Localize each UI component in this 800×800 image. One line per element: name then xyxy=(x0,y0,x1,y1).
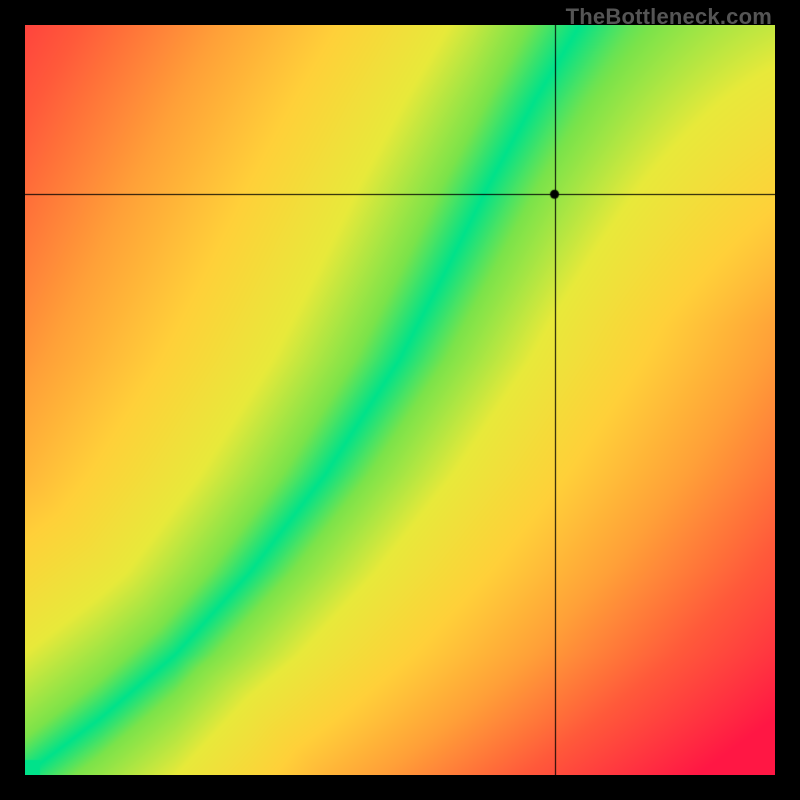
heatmap-plot xyxy=(25,25,775,775)
heatmap-canvas xyxy=(25,25,775,775)
